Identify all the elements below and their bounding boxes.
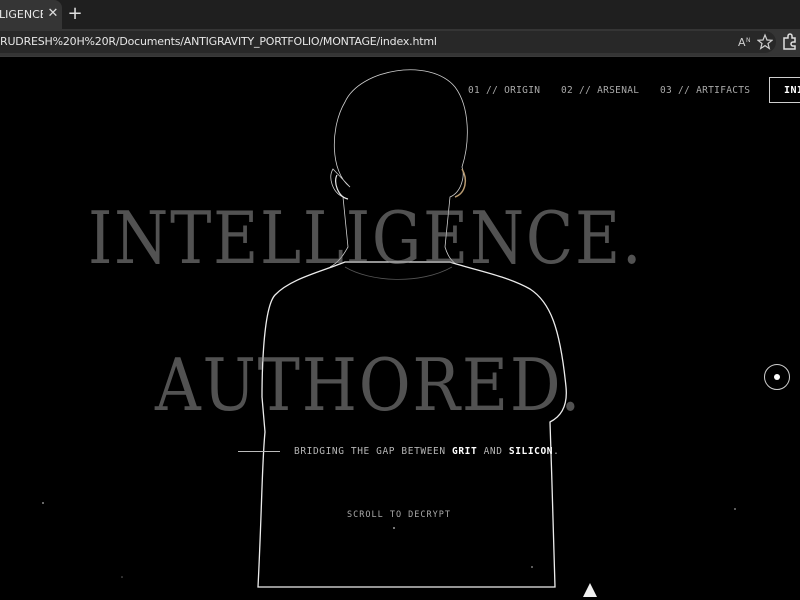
- tagline-and: AND: [477, 446, 509, 457]
- hero-headline-line-2: AUTHORED.: [155, 343, 583, 427]
- scroll-cue[interactable]: SCROLL TO DECRYPT: [347, 510, 451, 520]
- new-tab-button[interactable]: +: [66, 5, 84, 23]
- tagline-rule: [238, 451, 280, 452]
- hero-headline-line-1: INTELLIGENCE.: [88, 196, 644, 280]
- svg-text:N: N: [746, 37, 751, 44]
- read-aloud-icon[interactable]: A N: [737, 33, 753, 51]
- indicator-dot-icon: [774, 374, 780, 380]
- tagline-suffix: .: [553, 446, 560, 457]
- close-tab-icon[interactable]: ✕: [46, 6, 60, 22]
- cursor-arrow-icon: [583, 583, 597, 597]
- hero-tagline: BRIDGING THE GAP BETWEEN GRIT AND SILICO…: [294, 446, 559, 457]
- nav-link-arsenal[interactable]: 02 // ARSENAL: [561, 85, 639, 96]
- browser-tab[interactable]: LIGENCE AU ✕: [0, 0, 62, 29]
- nav-link-origin[interactable]: 01 // ORIGIN: [468, 85, 540, 96]
- section-indicator-button[interactable]: [764, 364, 790, 390]
- favorite-star-icon[interactable]: [757, 33, 773, 51]
- tagline-prefix: BRIDGING THE GAP BETWEEN: [294, 446, 452, 457]
- scroll-indicator-dot: [393, 527, 395, 529]
- tagline-word-grit: GRIT: [452, 446, 478, 457]
- page-viewport: 01 // ORIGIN 02 // ARSENAL 03 // ARTIFAC…: [0, 57, 800, 600]
- browser-toolbar: RUDRESH%20H%20R/Documents/ANTIGRAVITY_PO…: [0, 29, 800, 56]
- extensions-icon[interactable]: [781, 33, 797, 51]
- svg-text:A: A: [738, 36, 746, 49]
- address-bar-url: RUDRESH%20H%20R/Documents/ANTIGRAVITY_PO…: [0, 35, 437, 48]
- tagline-word-silicon: SILICON: [508, 446, 554, 457]
- tab-strip: LIGENCE AU ✕ +: [0, 0, 800, 29]
- init-button[interactable]: INI: [769, 77, 800, 103]
- address-bar[interactable]: RUDRESH%20H%20R/Documents/ANTIGRAVITY_PO…: [0, 31, 776, 53]
- tab-title: LIGENCE AU: [0, 8, 43, 21]
- nav-link-artifacts[interactable]: 03 // ARTIFACTS: [660, 85, 750, 96]
